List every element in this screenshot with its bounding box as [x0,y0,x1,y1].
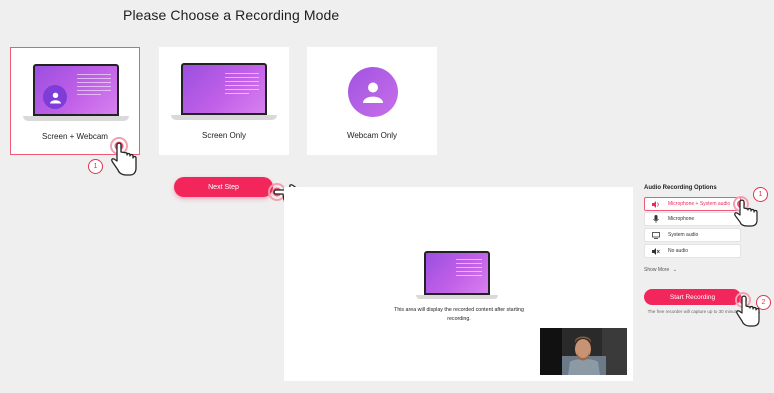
page-title: Please Choose a Recording Mode [123,7,340,23]
pointing-hand-icon [110,137,137,176]
microphone-icon [651,215,661,223]
audio-option-label: System audio [668,232,699,238]
pointing-hand-icon [735,292,760,327]
muted-speaker-icon [651,247,661,255]
monitor-icon [651,231,661,239]
pointing-hand-icon [733,196,758,227]
step-badge: 1 [88,159,103,174]
show-more-link[interactable]: Show More ⌄ [644,267,677,273]
user-avatar-icon [348,67,398,117]
audio-option-microphone[interactable]: Microphone [644,212,741,226]
audio-option-label: Microphone + System audio [668,201,731,207]
audio-options-title: Audio Recording Options [644,185,717,191]
audio-option-mic-system[interactable]: Microphone + System audio [644,197,741,211]
mode-card-webcam-only[interactable]: Webcam Only [307,47,437,155]
audio-option-system[interactable]: System audio [644,228,741,242]
speaker-icon [651,200,661,208]
start-recording-button[interactable]: Start Recording [644,289,741,305]
audio-option-label: No audio [668,248,689,254]
audio-option-none[interactable]: No audio [644,244,741,258]
mode-card-screen-only[interactable]: Screen Only [159,47,289,155]
preview-message: This area will display the recorded cont… [394,307,524,322]
user-avatar-icon [43,85,67,109]
audio-option-label: Microphone [668,216,695,222]
next-step-button[interactable]: Next Step [174,177,273,197]
mode-label: Webcam Only [346,131,398,140]
recording-preview-area: This area will display the recorded cont… [284,187,633,381]
mode-label: Screen Only [201,131,247,140]
chevron-down-icon: ⌄ [672,267,677,273]
webcam-feed [540,328,627,375]
